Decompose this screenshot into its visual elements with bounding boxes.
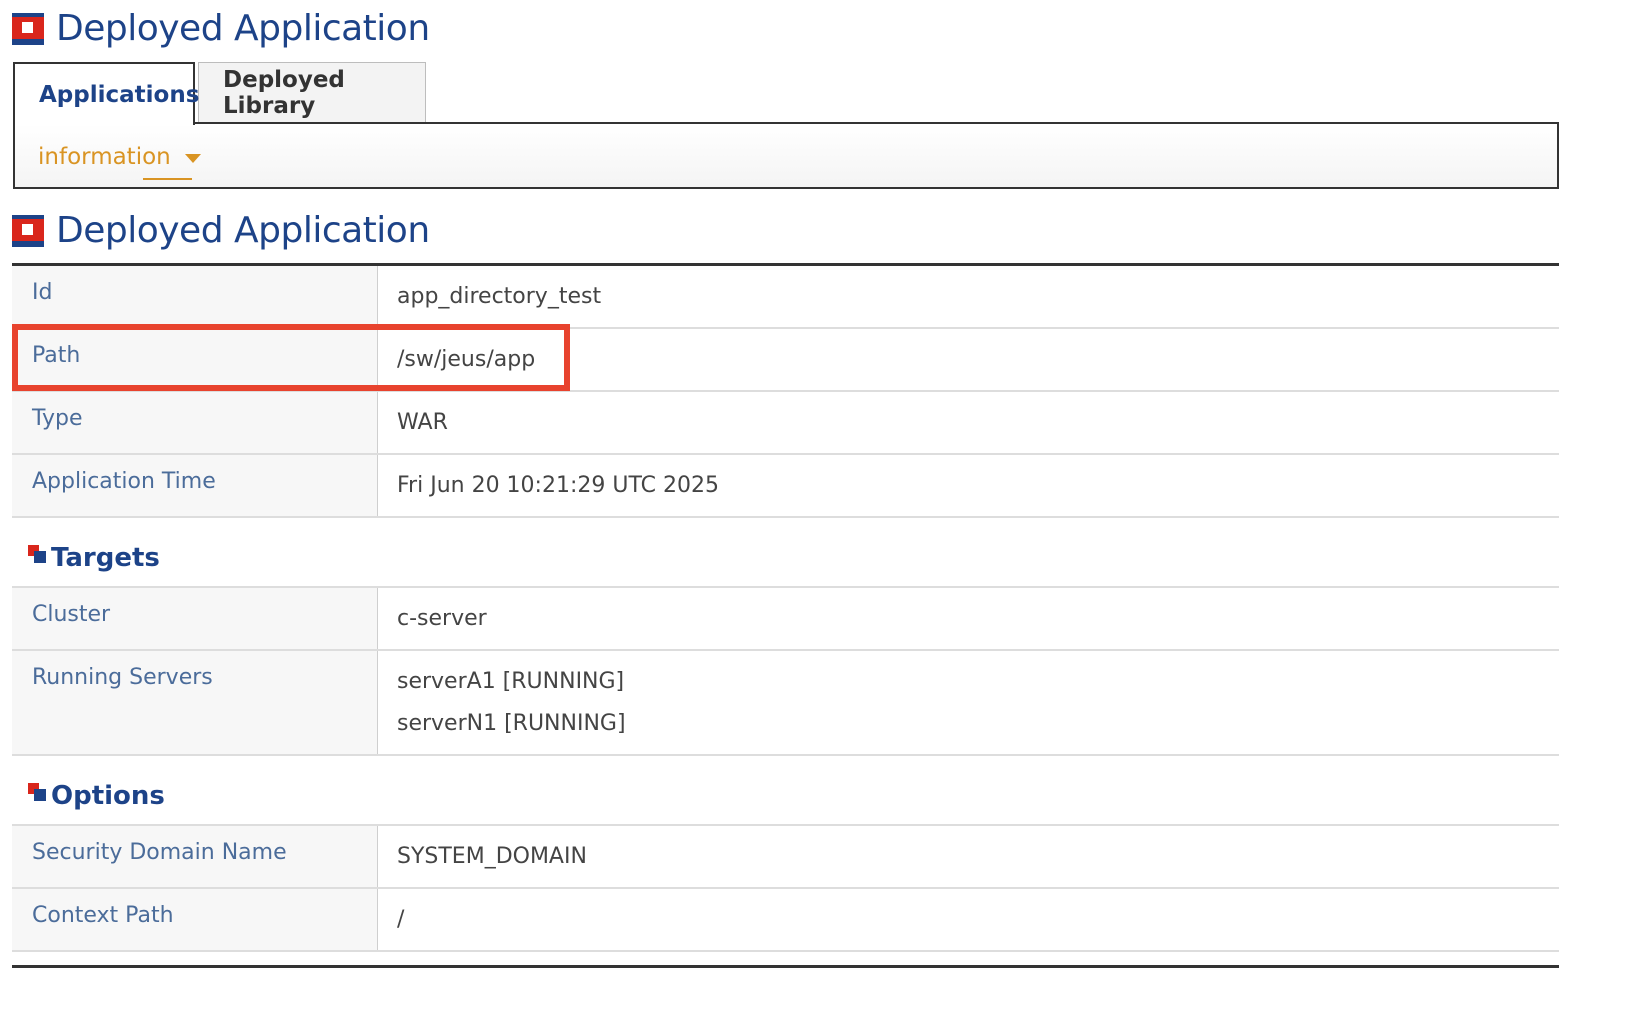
page-title: Deployed Application <box>12 8 430 49</box>
row-cluster: Cluster c-server <box>12 588 1559 651</box>
page-title-text: Deployed Application <box>56 8 430 49</box>
tab-deployed-library-label: Deployed Library <box>223 67 345 119</box>
tab-deployed-library[interactable]: Deployed Library <box>198 62 426 123</box>
value-type: WAR <box>378 392 1559 453</box>
dropdown-caret-icon <box>184 153 201 163</box>
targets-heading: Targets <box>28 543 160 573</box>
running-server-item: serverN1 [RUNNING] <box>397 711 626 736</box>
options-section-icon <box>28 783 46 801</box>
row-security-domain: Security Domain Name SYSTEM_DOMAIN <box>12 826 1559 889</box>
label-application-time: Application Time <box>12 455 378 516</box>
detail-title-text: Deployed Application <box>56 210 430 251</box>
options-heading: Options <box>28 781 165 811</box>
targets-section-icon <box>28 545 46 563</box>
value-security-domain: SYSTEM_DOMAIN <box>378 826 1559 887</box>
tab-bar: Applications Deployed Library <box>13 62 426 125</box>
tab-applications-label: Applications <box>39 81 200 108</box>
value-context-path: / <box>378 889 1559 950</box>
options-heading-text: Options <box>51 781 165 811</box>
label-running-servers: Running Servers <box>12 651 378 754</box>
row-id: Id app_directory_test <box>12 266 1559 329</box>
targets-heading-text: Targets <box>51 543 160 573</box>
running-server-item: serverA1 [RUNNING] <box>397 669 625 694</box>
row-context-path: Context Path / <box>12 889 1559 952</box>
options-header-row: Options <box>12 756 1559 826</box>
row-running-servers: Running Servers serverA1 [RUNNING] serve… <box>12 651 1559 756</box>
label-id: Id <box>12 266 378 327</box>
label-path: Path <box>12 329 378 390</box>
targets-header-row: Targets <box>12 518 1559 588</box>
value-running-servers: serverA1 [RUNNING] serverN1 [RUNNING] <box>378 651 1559 754</box>
row-path: Path /sw/jeus/app <box>12 329 1559 392</box>
label-security-domain: Security Domain Name <box>12 826 378 887</box>
detail-section-icon <box>12 214 44 247</box>
value-id: app_directory_test <box>378 266 1559 327</box>
deployed-application-page: Deployed Application Applications Deploy… <box>0 0 1626 1018</box>
application-info-table: Id app_directory_test Path /sw/jeus/app … <box>12 263 1559 952</box>
value-path: /sw/jeus/app <box>378 329 1559 390</box>
bottom-divider <box>12 965 1559 968</box>
label-context-path: Context Path <box>12 889 378 950</box>
app-section-icon <box>12 12 44 45</box>
value-application-time: Fri Jun 20 10:21:29 UTC 2025 <box>378 455 1559 516</box>
label-cluster: Cluster <box>12 588 378 649</box>
row-type: Type WAR <box>12 392 1559 455</box>
dropdown-underline <box>143 178 192 180</box>
tab-applications[interactable]: Applications <box>13 62 199 125</box>
information-dropdown-label: information <box>38 144 171 170</box>
label-type: Type <box>12 392 378 453</box>
sub-navigation: information <box>13 122 1559 189</box>
value-cluster: c-server <box>378 588 1559 649</box>
row-application-time: Application Time Fri Jun 20 10:21:29 UTC… <box>12 455 1559 518</box>
information-dropdown[interactable]: information <box>38 144 201 170</box>
detail-title: Deployed Application <box>12 210 430 251</box>
